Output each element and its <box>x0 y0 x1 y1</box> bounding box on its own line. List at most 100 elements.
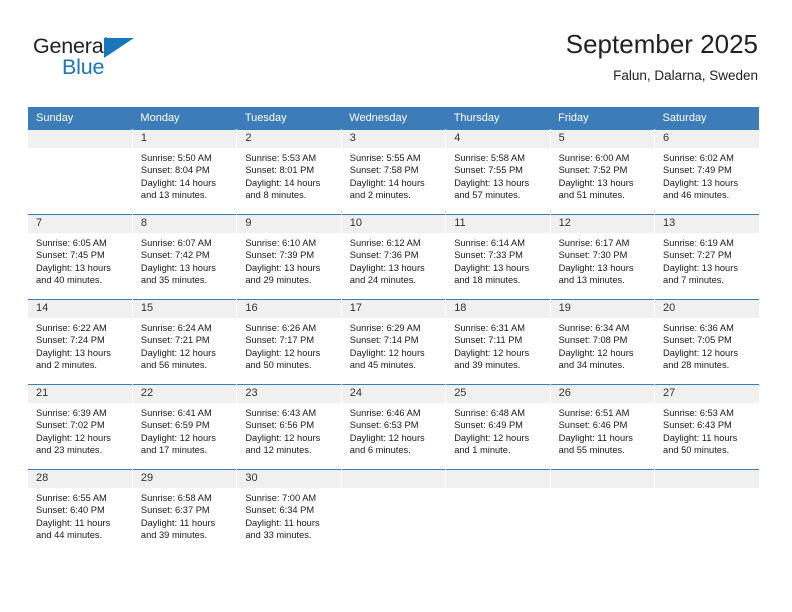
weekday-header-wednesday: Wednesday <box>341 107 446 130</box>
daylight-text-line1: Daylight: 13 hours <box>454 262 530 273</box>
calendar-day-cell[interactable]: 5 Sunrise: 6:00 AM Sunset: 7:52 PM Daylight… <box>550 129 656 215</box>
daylight-text-line1: Daylight: 13 hours <box>349 262 425 273</box>
day-number: 8 <box>132 215 237 233</box>
calendar-day-cell[interactable]: 19 Sunrise: 6:34 AM Sunset: 7:08 PM Dayligh… <box>550 299 656 385</box>
calendar-day-cell[interactable]: 24 Sunrise: 6:46 AM Sunset: 6:53 PM Dayligh… <box>341 384 447 470</box>
sunset-text: Sunset: 6:59 PM <box>140 420 210 431</box>
weekday-header-monday: Monday <box>132 107 237 130</box>
day-number: 20 <box>655 300 759 318</box>
daylight-text-line1: Daylight: 12 hours <box>245 432 321 443</box>
sunset-text: Sunset: 6:37 PM <box>140 505 210 516</box>
day-details: Sunrise: 6:02 AM Sunset: 7:49 PM Daylight:… <box>655 148 759 202</box>
sunset-text: Sunset: 7:02 PM <box>36 420 105 431</box>
calendar-day-cell[interactable]: 16 Sunrise: 6:26 AM Sunset: 7:17 PM Dayligh… <box>236 299 342 385</box>
calendar-day-cell[interactable]: 29 Sunrise: 6:58 AM Sunset: 6:37 PM Dayligh… <box>132 469 238 558</box>
calendar-day-cell[interactable]: 6 Sunrise: 6:02 AM Sunset: 7:49 PM Daylight… <box>654 129 759 215</box>
day-number: 26 <box>550 385 655 403</box>
day-number: 17 <box>341 300 446 318</box>
logo-word-blue: Blue <box>62 55 105 79</box>
day-number: 15 <box>132 300 237 318</box>
calendar-day-cell[interactable]: 1 Sunrise: 5:50 AM Sunset: 8:04 PM Daylight… <box>132 129 238 215</box>
sunset-text: Sunset: 7:36 PM <box>349 250 419 261</box>
day-details: Sunrise: 6:29 AM Sunset: 7:14 PM Daylight:… <box>342 318 445 372</box>
sunrise-text: Sunrise: 6:02 AM <box>663 153 734 163</box>
calendar-day-cell[interactable]: 28 Sunrise: 6:55 AM Sunset: 6:40 PM Dayligh… <box>28 469 133 558</box>
day-details: Sunrise: 6:05 AM Sunset: 7:45 PM Daylight:… <box>28 233 132 287</box>
calendar-day-cell-empty <box>550 469 656 558</box>
daylight-text-line1: Daylight: 11 hours <box>663 432 738 443</box>
calendar-day-cell[interactable]: 8 Sunrise: 6:07 AM Sunset: 7:42 PM Daylight… <box>132 214 238 300</box>
calendar-day-cell[interactable]: 23 Sunrise: 6:43 AM Sunset: 6:56 PM Dayligh… <box>236 384 342 470</box>
calendar-day-cell[interactable]: 12 Sunrise: 6:17 AM Sunset: 7:30 PM Dayligh… <box>550 214 656 300</box>
daylight-text-line1: Daylight: 13 hours <box>663 262 738 273</box>
calendar-day-cell[interactable]: 11 Sunrise: 6:14 AM Sunset: 7:33 PM Dayligh… <box>445 214 551 300</box>
calendar-day-cell[interactable]: 17 Sunrise: 6:29 AM Sunset: 7:14 PM Dayligh… <box>341 299 447 385</box>
daylight-text-line1: Daylight: 12 hours <box>454 432 530 443</box>
calendar-week-row: 21 Sunrise: 6:39 AM Sunset: 7:02 PM Dayligh… <box>28 384 759 470</box>
sunset-text: Sunset: 7:58 PM <box>349 165 419 176</box>
daylight-text-line2: and 55 minutes. <box>558 445 625 456</box>
daylight-text-line1: Daylight: 13 hours <box>454 177 530 188</box>
calendar-day-cell[interactable]: 7 Sunrise: 6:05 AM Sunset: 7:45 PM Daylight… <box>28 214 133 300</box>
day-details: Sunrise: 6:58 AM Sunset: 6:37 PM Daylight:… <box>133 488 236 542</box>
sunrise-text: Sunrise: 6:14 AM <box>454 238 525 248</box>
triangle-icon <box>104 38 134 58</box>
daylight-text-line1: Daylight: 12 hours <box>349 432 425 443</box>
day-number: 5 <box>550 130 655 148</box>
calendar-day-cell[interactable]: 21 Sunrise: 6:39 AM Sunset: 7:02 PM Dayligh… <box>28 384 133 470</box>
day-details: Sunrise: 6:17 AM Sunset: 7:30 PM Daylight:… <box>551 233 654 287</box>
calendar-day-cell[interactable]: 3 Sunrise: 5:55 AM Sunset: 7:58 PM Daylight… <box>341 129 447 215</box>
general-blue-logo[interactable]: General Blue <box>33 35 173 82</box>
sunset-text: Sunset: 7:24 PM <box>36 335 105 346</box>
sunrise-text: Sunrise: 6:26 AM <box>245 323 317 333</box>
daylight-text-line1: Daylight: 13 hours <box>140 262 216 273</box>
sunrise-text: Sunrise: 5:53 AM <box>245 153 317 163</box>
calendar-day-cell[interactable]: 25 Sunrise: 6:48 AM Sunset: 6:49 PM Dayligh… <box>445 384 551 470</box>
sunrise-text: Sunrise: 5:58 AM <box>454 153 525 163</box>
daylight-text-line1: Daylight: 12 hours <box>663 347 738 358</box>
weekday-header-tuesday: Tuesday <box>236 107 342 130</box>
calendar-day-cell[interactable]: 13 Sunrise: 6:19 AM Sunset: 7:27 PM Dayligh… <box>654 214 759 300</box>
calendar-day-cell-empty <box>445 469 551 558</box>
calendar-day-cell[interactable]: 18 Sunrise: 6:31 AM Sunset: 7:11 PM Dayligh… <box>445 299 551 385</box>
calendar-day-cell[interactable]: 26 Sunrise: 6:51 AM Sunset: 6:46 PM Dayligh… <box>550 384 656 470</box>
daylight-text-line2: and 56 minutes. <box>140 360 208 371</box>
calendar-day-cell[interactable]: 2 Sunrise: 5:53 AM Sunset: 8:01 PM Daylight… <box>236 129 342 215</box>
day-number: 2 <box>237 130 341 148</box>
day-details: Sunrise: 6:19 AM Sunset: 7:27 PM Daylight:… <box>655 233 759 287</box>
day-details: Sunrise: 6:22 AM Sunset: 7:24 PM Daylight:… <box>28 318 132 372</box>
sunrise-text: Sunrise: 6:41 AM <box>140 408 212 418</box>
page-header: General Blue September 2025 Falun, Dalar… <box>0 0 792 100</box>
day-details: Sunrise: 6:00 AM Sunset: 7:52 PM Daylight:… <box>551 148 654 202</box>
calendar-day-cell[interactable]: 14 Sunrise: 6:22 AM Sunset: 7:24 PM Dayligh… <box>28 299 133 385</box>
daylight-text-line2: and 29 minutes. <box>245 275 312 286</box>
sunset-text: Sunset: 7:33 PM <box>454 250 523 261</box>
day-details: Sunrise: 6:31 AM Sunset: 7:11 PM Daylight:… <box>446 318 549 372</box>
day-details: Sunrise: 5:58 AM Sunset: 7:55 PM Daylight:… <box>446 148 549 202</box>
daylight-text-line2: and 7 minutes. <box>663 275 725 286</box>
day-details: Sunrise: 6:41 AM Sunset: 6:59 PM Daylight:… <box>133 403 236 457</box>
sunset-text: Sunset: 7:21 PM <box>140 335 210 346</box>
daylight-text-line2: and 2 minutes. <box>36 360 97 371</box>
calendar-day-cell[interactable]: 20 Sunrise: 6:36 AM Sunset: 7:05 PM Dayligh… <box>654 299 759 385</box>
calendar-day-cell[interactable]: 22 Sunrise: 6:41 AM Sunset: 6:59 PM Dayligh… <box>132 384 238 470</box>
calendar-day-cell[interactable]: 15 Sunrise: 6:24 AM Sunset: 7:21 PM Dayligh… <box>132 299 238 385</box>
day-number: 19 <box>550 300 655 318</box>
calendar-day-cell[interactable]: 10 Sunrise: 6:12 AM Sunset: 7:36 PM Dayligh… <box>341 214 447 300</box>
sunset-text: Sunset: 7:11 PM <box>454 335 523 346</box>
sunset-text: Sunset: 7:55 PM <box>454 165 523 176</box>
calendar-day-cell[interactable]: 4 Sunrise: 5:58 AM Sunset: 7:55 PM Daylight… <box>445 129 551 215</box>
day-number: 13 <box>655 215 759 233</box>
calendar-day-cell[interactable]: 27 Sunrise: 6:53 AM Sunset: 6:43 PM Dayligh… <box>654 384 759 470</box>
daylight-text-line2: and 1 minute. <box>454 445 511 456</box>
daylight-text-line2: and 13 minutes. <box>558 275 625 286</box>
daylight-text-line1: Daylight: 12 hours <box>140 347 216 358</box>
daylight-text-line2: and 45 minutes. <box>349 360 416 371</box>
daylight-text-line1: Daylight: 12 hours <box>454 347 530 358</box>
calendar-day-cell[interactable]: 30 Sunrise: 7:00 AM Sunset: 6:34 PM Dayligh… <box>236 469 342 558</box>
calendar-day-cell[interactable]: 9 Sunrise: 6:10 AM Sunset: 7:39 PM Daylight… <box>236 214 342 300</box>
daylight-text-line2: and 39 minutes. <box>140 530 208 541</box>
daylight-text-line2: and 12 minutes. <box>245 445 312 456</box>
page-subtitle: Falun, Dalarna, Sweden <box>613 67 758 83</box>
sunset-text: Sunset: 7:49 PM <box>663 165 732 176</box>
